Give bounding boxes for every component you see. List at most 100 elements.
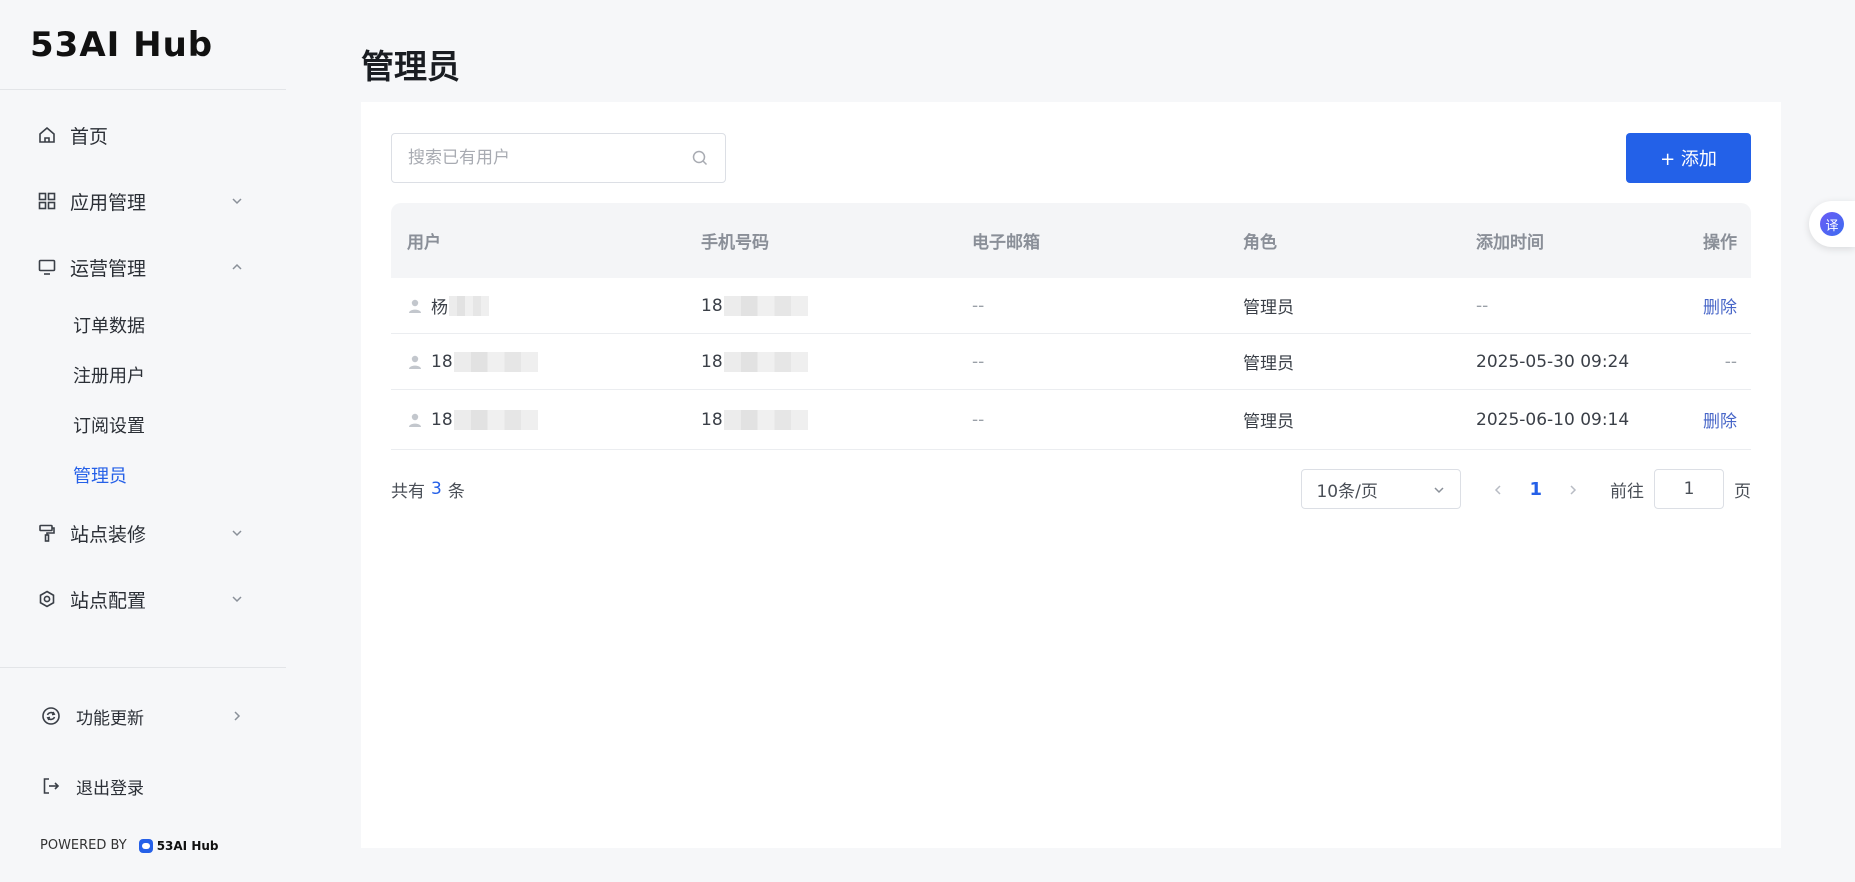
redacted-mask xyxy=(449,295,489,316)
sidebar-subitem-orders[interactable]: 订单数据 xyxy=(0,300,286,350)
powered-by-text: POWERED BY xyxy=(40,838,127,853)
table-header: 用户 手机号码 电子邮箱 角色 添加时间 操作 xyxy=(391,203,1751,278)
total-prefix: 共有 xyxy=(391,481,425,502)
apps-grid-icon xyxy=(36,190,58,212)
role-cell: 管理员 xyxy=(1243,412,1294,432)
table-footer: 共有 3 条 10条/页 1 前往 页 xyxy=(391,469,1751,509)
sidebar-subitem-admins[interactable]: 管理员 xyxy=(0,450,286,500)
delete-link[interactable]: 删除 xyxy=(1686,293,1751,318)
powered-by-logo[interactable]: 53AI Hub xyxy=(138,838,219,853)
chevron-up-icon xyxy=(230,260,244,274)
user-cell: 18 xyxy=(391,409,701,430)
page-title: 管理员 xyxy=(361,47,460,86)
sidebar-item-operations[interactable]: 运营管理 xyxy=(0,234,286,300)
goto-page-input[interactable] xyxy=(1654,469,1724,509)
delete-link[interactable]: 删除 xyxy=(1686,407,1751,432)
table-row: 18 18 -- 管理员 2025-06-10 09:14 删除 xyxy=(391,390,1751,450)
phone-cell: 18 xyxy=(701,409,972,430)
logout-item[interactable]: 退出登录 xyxy=(0,751,286,821)
admin-list-card: + 添加 用户 手机号码 电子邮箱 角色 添加时间 操作 杨 18 -- 管理员 xyxy=(361,102,1781,848)
added-time-cell: 2025-06-10 09:14 xyxy=(1476,409,1630,430)
robot-logo-icon xyxy=(138,838,153,853)
action-cell: -- xyxy=(1724,351,1737,372)
feature-updates-item[interactable]: 功能更新 xyxy=(0,681,286,751)
next-page-icon[interactable] xyxy=(1566,482,1580,496)
chevron-right-icon xyxy=(230,709,244,723)
chevron-down-icon xyxy=(230,592,244,606)
chevron-down-icon xyxy=(230,194,244,208)
prev-page-icon[interactable] xyxy=(1491,482,1505,496)
phone-number: 18 xyxy=(701,295,723,316)
phone-number: 18 xyxy=(701,351,723,372)
table-row: 18 18 -- 管理员 2025-05-30 09:24 -- xyxy=(391,334,1751,390)
sidebar-item-label: 首页 xyxy=(70,125,109,148)
feature-updates-label: 功能更新 xyxy=(76,708,144,729)
sidebar-bottom: 功能更新 退出登录 xyxy=(0,667,286,821)
sidebar-subitem-subscription-settings[interactable]: 订阅设置 xyxy=(0,400,286,450)
brand-logo[interactable]: 53AI Hub xyxy=(0,0,286,90)
gear-icon xyxy=(36,588,58,610)
pagination: 10条/页 1 前往 页 xyxy=(1301,469,1751,509)
goto-label: 前往 xyxy=(1610,481,1644,502)
table-row: 杨 18 -- 管理员 -- 删除 xyxy=(391,278,1751,334)
email-cell: -- xyxy=(972,351,985,372)
redacted-mask xyxy=(453,409,538,430)
phone-number: 18 xyxy=(701,409,723,430)
redacted-mask xyxy=(723,409,808,430)
refresh-circle-icon xyxy=(40,705,62,727)
column-header-added-time: 添加时间 xyxy=(1476,233,1544,253)
total-count: 3 xyxy=(431,479,442,499)
user-cell: 18 xyxy=(391,351,701,372)
user-avatar-icon xyxy=(407,298,423,314)
chevron-down-icon xyxy=(230,526,244,540)
sidebar: 53AI Hub 首页 应用管理 运营管理 订单数据 注册用户 订阅设置 管理员… xyxy=(0,0,286,882)
role-cell: 管理员 xyxy=(1243,354,1294,374)
goto-suffix: 页 xyxy=(1734,481,1751,502)
email-cell: -- xyxy=(972,295,985,316)
page-size-select[interactable]: 10条/页 xyxy=(1301,469,1462,509)
search-input[interactable] xyxy=(408,148,691,168)
page-number-current[interactable]: 1 xyxy=(1529,479,1542,500)
role-cell: 管理员 xyxy=(1243,298,1294,318)
phone-cell: 18 xyxy=(701,295,972,316)
logout-label: 退出登录 xyxy=(76,778,144,799)
email-cell: -- xyxy=(972,409,985,430)
redacted-mask xyxy=(453,351,538,372)
sidebar-item-app-management[interactable]: 应用管理 xyxy=(0,168,286,234)
total-suffix: 条 xyxy=(447,481,465,502)
translate-icon: 译 xyxy=(1820,212,1844,236)
search-box[interactable] xyxy=(391,133,726,183)
phone-cell: 18 xyxy=(701,351,972,372)
search-icon[interactable] xyxy=(691,149,709,167)
user-avatar-icon xyxy=(407,354,423,370)
column-header-phone: 手机号码 xyxy=(701,233,769,253)
sidebar-subitem-registered-users[interactable]: 注册用户 xyxy=(0,350,286,400)
admin-table: 用户 手机号码 电子邮箱 角色 添加时间 操作 杨 18 -- 管理员 -- 删… xyxy=(391,203,1751,450)
powered-by: POWERED BY 53AI Hub xyxy=(40,838,219,853)
sidebar-menu: 首页 应用管理 运营管理 订单数据 注册用户 订阅设置 管理员 站点装修 站点配… xyxy=(0,90,286,632)
paint-roller-icon xyxy=(36,522,58,544)
sidebar-item-site-config[interactable]: 站点配置 xyxy=(0,566,286,632)
redacted-mask xyxy=(723,351,808,372)
added-time-cell: -- xyxy=(1476,295,1489,316)
chevron-down-icon xyxy=(1432,482,1446,496)
added-time-cell: 2025-05-30 09:24 xyxy=(1476,351,1630,372)
redacted-mask xyxy=(723,295,808,316)
column-header-role: 角色 xyxy=(1243,233,1277,253)
sidebar-item-label: 应用管理 xyxy=(70,191,147,214)
home-icon xyxy=(36,124,58,146)
page-size-value: 10条/页 xyxy=(1316,481,1378,502)
brand-name: 53AI Hub xyxy=(30,24,214,65)
translate-button[interactable]: 译 xyxy=(1809,201,1855,247)
user-cell: 杨 xyxy=(391,293,701,318)
sidebar-item-label: 站点配置 xyxy=(70,589,147,612)
user-name: 18 xyxy=(431,351,453,372)
monitor-icon xyxy=(36,256,58,278)
logout-icon xyxy=(40,775,62,797)
user-name: 18 xyxy=(431,409,453,430)
add-admin-button[interactable]: + 添加 xyxy=(1626,133,1751,183)
sidebar-item-label: 运营管理 xyxy=(70,257,147,280)
sidebar-item-site-decoration[interactable]: 站点装修 xyxy=(0,500,286,566)
sidebar-item-home[interactable]: 首页 xyxy=(0,102,286,168)
powered-by-logo-text: 53AI Hub xyxy=(156,838,219,853)
